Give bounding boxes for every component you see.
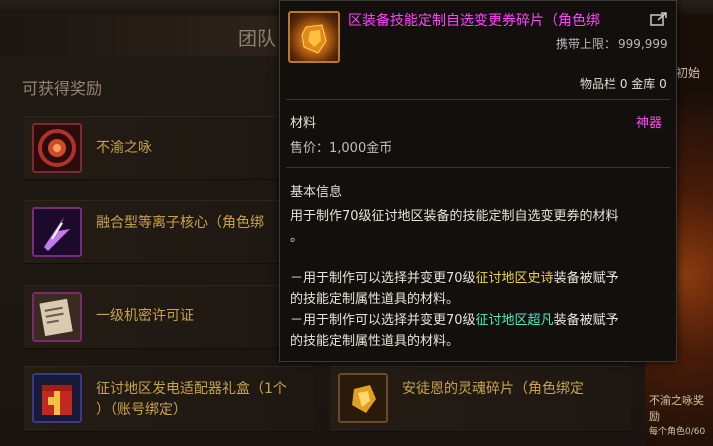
bullet-text: －用于制作可以选择并变更70级 (290, 313, 476, 328)
description-line: 的技能定制属性道具的材料。 (290, 334, 460, 349)
item-tooltip: 区装备技能定制自选变更券碎片（角色绑 携带上限： 999,999 物品栏 0 金库… (279, 0, 677, 362)
storage-count: 物品栏 0 金库 0 (580, 77, 667, 91)
legendary-highlight: 征讨地区超凡 (475, 313, 554, 328)
divider (286, 99, 670, 100)
share-icon[interactable] (650, 11, 668, 26)
bullet-text: －用于制作可以选择并变更70级 (290, 271, 476, 286)
carry-limit: 携带上限： 999,999 (556, 35, 668, 52)
coupon-fragment-icon (288, 11, 340, 63)
reward-item[interactable]: 征讨地区发电适配器礼盒（1个 ）（账号绑定） (24, 366, 314, 432)
panel-title: 团队 (238, 28, 277, 50)
description-line: 的技能定制属性道具的材料。 (290, 292, 460, 307)
reward-label: 不渝之咏 (96, 140, 152, 156)
reward-label-line2: ）（账号绑定） (96, 402, 187, 418)
rewards-section-title: 可获得奖励 (22, 79, 103, 98)
red-emblem-icon (32, 123, 82, 173)
carry-limit-value: 999,999 (618, 37, 668, 51)
carry-limit-label: 携带上限： (556, 37, 617, 51)
gift-box-icon (32, 373, 82, 423)
soul-fragment-icon (338, 373, 388, 423)
reward-label: 征讨地区发电适配器礼盒（1个 (96, 381, 287, 397)
reward-item[interactable]: 融合型等离子核心（角色绑 (24, 200, 294, 264)
description-line: 。 (290, 230, 304, 245)
bullet-text: 装备被赋予 (553, 313, 619, 328)
reward-item[interactable]: 不渝之咏 (24, 116, 294, 180)
item-name: 区装备技能定制自选变更券碎片（角色绑 (348, 13, 600, 29)
basic-info-heading: 基本信息 (290, 185, 343, 200)
reward-item[interactable]: 安徒恩的灵魂碎片（角色绑定 (330, 366, 630, 432)
reward-item[interactable]: 一级机密许可证 (24, 285, 294, 349)
item-rarity: 神器 (636, 116, 663, 131)
purple-plasma-core-icon (32, 207, 82, 257)
reward-label: 融合型等离子核心（角色绑 (96, 215, 264, 231)
divider (286, 167, 670, 168)
description-line: 用于制作70级征讨地区装备的技能定制自选变更券的材料 (290, 209, 619, 224)
first-clear-label: 初始 (676, 66, 701, 80)
reward-name-label: 不渝之咏奖励 (649, 394, 704, 423)
epic-highlight: 征讨地区史诗 (475, 271, 554, 286)
bullet-text: 装备被赋予 (553, 271, 619, 286)
reward-label: 安徒恩的灵魂碎片（角色绑定 (402, 381, 584, 397)
item-category: 材料 (290, 116, 317, 131)
license-document-icon (32, 292, 82, 342)
description-bullet: －用于制作可以选择并变更70级征讨地区超凡装备被赋予 (290, 310, 670, 331)
reward-count-label: 每个角色0/60 (649, 427, 706, 437)
description-bullet: －用于制作可以选择并变更70级征讨地区史诗装备被赋予 (290, 268, 670, 289)
reward-label: 一级机密许可证 (96, 308, 194, 324)
item-price: 售价：1,000金币 (290, 141, 393, 156)
